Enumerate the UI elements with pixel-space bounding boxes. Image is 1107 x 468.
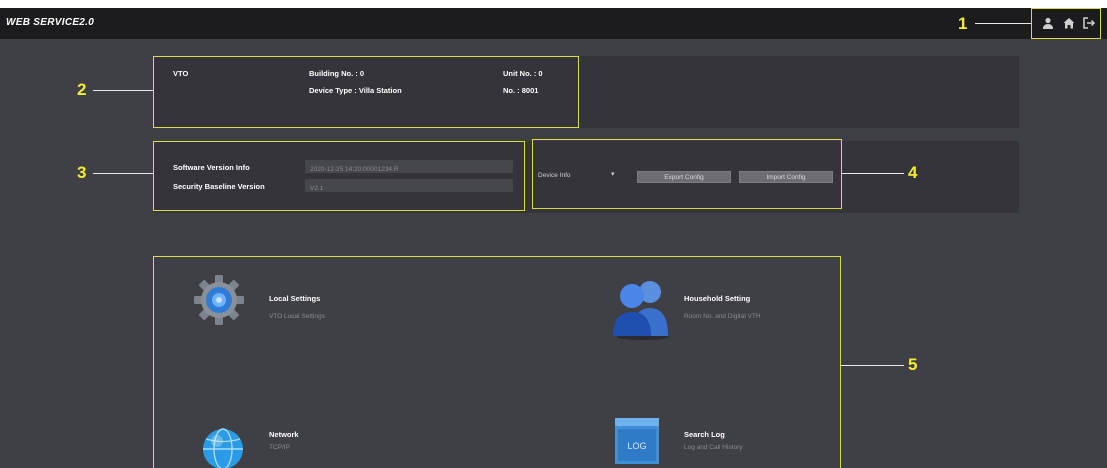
callout-2-line [93, 90, 153, 91]
callout-5-line [841, 365, 904, 366]
baseline-version-label: Security Baseline Version [173, 182, 265, 191]
local-settings-title: Local Settings [269, 294, 321, 303]
log-icon: LOG [615, 418, 659, 464]
gear-icon [193, 274, 245, 326]
import-config-button[interactable]: Import Config [739, 171, 833, 183]
module-local-settings[interactable]: Local Settings VTO Local Settings [190, 270, 440, 330]
globe-icon [203, 423, 243, 468]
config-type-select[interactable]: Device Info ▾ [538, 169, 628, 183]
callout-1-line [975, 23, 1031, 24]
device-type: Device Type : Villa Station [309, 86, 402, 95]
baseline-version-field: V2.1 [305, 179, 513, 192]
users-icon [610, 272, 672, 340]
callout-5: 5 [908, 355, 918, 374]
module-household-setting[interactable]: Household Setting Room No. and Digital V… [610, 270, 830, 340]
log-icon-text: LOG [627, 441, 647, 451]
building-number: Building No. : 0 [309, 69, 364, 78]
callout-3: 3 [77, 163, 87, 182]
software-version-field: 2020-12-25 14:20:00001234.R [305, 160, 513, 173]
callout-4: 4 [908, 163, 918, 182]
web-ui-frame: WEB SERVICE2.0 1 2 VTO Building No. : 0 … [0, 8, 1107, 468]
baseline-version-value: V2.1 [310, 185, 324, 192]
callout-1: 1 [958, 14, 968, 33]
logout-icon[interactable] [1082, 16, 1096, 30]
version-highlight [153, 141, 525, 211]
export-config-button[interactable]: Export Config [637, 171, 731, 183]
search-log-desc: Log and Call History [684, 444, 743, 451]
search-log-title: Search Log [684, 430, 725, 439]
callout-2: 2 [77, 80, 87, 99]
top-bar: WEB SERVICE2.0 1 [0, 8, 1107, 39]
network-desc: TCP/IP [269, 444, 290, 451]
device-number: No. : 8001 [503, 86, 539, 95]
config-type-value: Device Info [538, 172, 571, 179]
callout-3-line [93, 173, 153, 174]
user-icon[interactable] [1041, 16, 1055, 30]
software-version-label: Software Version Info [173, 163, 250, 172]
device-type-label: VTO [173, 69, 189, 78]
app-title: WEB SERVICE2.0 [6, 17, 95, 28]
header-icons-highlight [1031, 8, 1101, 39]
callout-4-line [842, 173, 904, 174]
home-icon[interactable] [1062, 16, 1076, 30]
module-network[interactable]: Network TCP/IP [190, 408, 440, 468]
chevron-down-icon: ▾ [611, 171, 615, 178]
household-setting-title: Household Setting [684, 294, 751, 303]
network-title: Network [269, 430, 299, 439]
unit-number: Unit No. : 0 [503, 69, 543, 78]
software-version-value: 2020-12-25 14:20:00001234.R [310, 166, 399, 173]
module-search-log[interactable]: LOG Search Log Log and Call History [610, 408, 830, 468]
household-setting-desc: Room No. and Digital VTH [684, 313, 761, 320]
local-settings-desc: VTO Local Settings [269, 313, 325, 320]
